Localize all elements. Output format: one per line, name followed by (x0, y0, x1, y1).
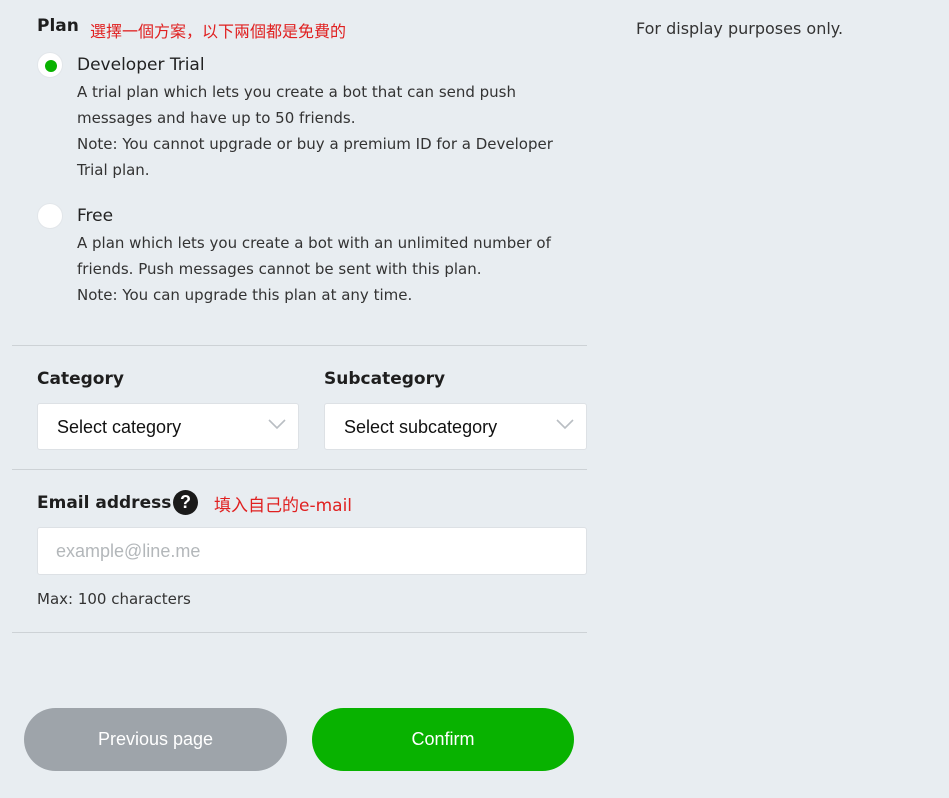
chevron-down-icon (268, 419, 286, 430)
plan-annotation: 選擇一個方案，以下兩個都是免費的 (90, 22, 347, 41)
developer-trial-description: A trial plan which lets you create a bot… (77, 79, 553, 183)
subcategory-label: Subcategory (324, 369, 446, 389)
plan-label: Plan (37, 16, 79, 36)
section-divider (12, 345, 587, 346)
category-select[interactable]: Select category (37, 403, 299, 450)
email-annotation: 填入自己的e-mail (214, 496, 353, 516)
description-line: A plan which lets you create a bot with … (77, 234, 551, 252)
category-select-value: Select category (57, 417, 182, 437)
description-line: friends. Push messages cannot be sent wi… (77, 260, 482, 278)
free-plan-title: Free (77, 206, 114, 226)
developer-trial-radio[interactable] (37, 52, 63, 78)
description-line: A trial plan which lets you create a bot… (77, 83, 517, 101)
section-divider (12, 469, 587, 470)
chevron-down-icon (556, 419, 574, 430)
email-input[interactable] (37, 527, 587, 575)
confirm-button[interactable]: Confirm (312, 708, 574, 771)
question-circle-icon[interactable]: ? (173, 490, 198, 515)
previous-page-button[interactable]: Previous page (24, 708, 287, 771)
email-max-chars-hint: Max: 100 characters (37, 590, 191, 608)
subcategory-select[interactable]: Select subcategory (324, 403, 587, 450)
email-label: Email address (37, 493, 172, 513)
display-purposes-note: For display purposes only. (636, 19, 844, 38)
subcategory-select-value: Select subcategory (344, 417, 498, 437)
radio-selected-dot (45, 60, 57, 72)
description-line: messages and have up to 50 friends. (77, 109, 356, 127)
free-plan-radio[interactable] (37, 203, 63, 229)
description-line: Note: You cannot upgrade or buy a premiu… (77, 135, 553, 153)
category-label: Category (37, 369, 124, 389)
description-line: Note: You can upgrade this plan at any t… (77, 286, 413, 304)
free-plan-description: A plan which lets you create a bot with … (77, 230, 551, 308)
description-line: Trial plan. (77, 161, 150, 179)
section-divider (12, 632, 587, 633)
developer-trial-title: Developer Trial (77, 55, 205, 75)
